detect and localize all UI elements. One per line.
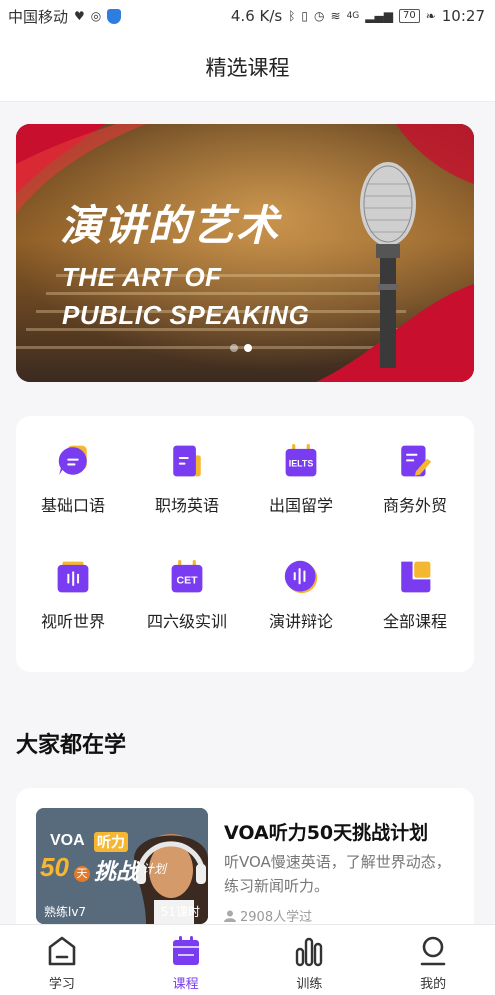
banner-title-cn: 演讲的艺术 xyxy=(60,201,281,250)
radio-icon xyxy=(57,561,89,593)
shield-icon xyxy=(107,8,122,24)
tab-label: 学习 xyxy=(48,977,75,992)
page-header: 精选课程 xyxy=(0,32,495,102)
cet-calendar-icon: CET xyxy=(171,560,203,593)
category-basic-speaking[interactable]: 基础口语 xyxy=(16,416,130,516)
pagination-dot[interactable] xyxy=(230,344,238,352)
tab-study[interactable]: 学习 xyxy=(0,925,124,995)
user-icon xyxy=(420,936,446,966)
category-speech-debate[interactable]: 演讲辩论 xyxy=(244,532,358,632)
network-speed: 4.6 K/s xyxy=(230,7,283,25)
pagination-dot-active[interactable] xyxy=(244,344,252,352)
category-label: 演讲辩论 xyxy=(268,612,333,631)
course-learners: 2908人学过 xyxy=(224,906,312,925)
tab-profile[interactable]: 我的 xyxy=(371,925,495,995)
thumb-listening-badge: 听力 xyxy=(94,832,128,852)
category-business-trade[interactable]: 商务外贸 xyxy=(358,416,472,516)
category-label: 视听世界 xyxy=(40,612,105,631)
audio-wave-icon xyxy=(284,560,318,594)
bar-chart-icon xyxy=(296,937,323,967)
person-icon xyxy=(224,910,236,922)
category-study-abroad[interactable]: IELTS 出国留学 xyxy=(244,416,358,516)
status-bar: 中国移动 ♥ ◎ 4.6 K/s ᛒ ▯ ◷ ≋ 4G ▂▄▆ 70 ❧ 10:… xyxy=(0,0,495,32)
section-title: 大家都在学 xyxy=(16,733,127,758)
thumb-voa-text: VOA xyxy=(50,832,85,849)
tab-courses[interactable]: 课程 xyxy=(124,925,248,995)
tab-label: 训练 xyxy=(296,977,323,992)
banner-title-en-line1: THE ART OF xyxy=(62,262,222,292)
ielts-calendar-icon: IELTS xyxy=(285,444,317,477)
speech-bubble-icon xyxy=(58,445,87,475)
thumb-challenge-text: 挑战 xyxy=(94,860,139,885)
page-title: 精选课程 xyxy=(205,55,290,80)
thumb-day-text: 天 xyxy=(74,866,90,882)
tab-label: 课程 xyxy=(172,977,199,992)
banner-pagination[interactable] xyxy=(230,344,252,352)
tab-label: 我的 xyxy=(420,977,447,992)
banner-title-en-line2: PUBLIC SPEAKING xyxy=(62,300,310,330)
ielts-badge: IELTS xyxy=(289,459,314,469)
category-cet-training[interactable]: CET 四六级实训 xyxy=(130,532,244,632)
category-workplace-english[interactable]: 职场英语 xyxy=(130,416,244,516)
battery-icon: 70 xyxy=(398,9,420,23)
category-label: 四六级实训 xyxy=(146,612,227,631)
network-type: 4G xyxy=(346,10,360,21)
promo-banner[interactable]: 演讲的艺术 THE ART OF PUBLIC SPEAKING xyxy=(16,124,474,382)
leaf-icon: ❧ xyxy=(425,9,436,23)
learners-count: 2908人学过 xyxy=(240,910,313,925)
course-thumbnail[interactable]: VOA 听力 50 天 挑战 计划 熟练lv7 51课时 xyxy=(36,808,208,924)
category-label: 商务外贸 xyxy=(382,496,447,515)
calendar-icon xyxy=(172,936,199,965)
course-lesson-count: 51课时 xyxy=(160,905,200,919)
carrier-label: 中国移动 xyxy=(8,7,69,26)
clock: 10:27 xyxy=(441,7,485,25)
category-label: 出国留学 xyxy=(268,496,333,515)
health-heart-icon: ♥ xyxy=(74,9,85,23)
signal-icon: ▂▄▆ xyxy=(365,9,393,23)
wifi-icon: ≋ xyxy=(330,9,341,23)
course-title[interactable]: VOA听力50天挑战计划 xyxy=(224,818,428,845)
home-icon xyxy=(48,936,76,966)
tab-training[interactable]: 训练 xyxy=(248,925,372,995)
document-icon xyxy=(173,445,201,477)
category-audiovisual[interactable]: 视听世界 xyxy=(16,532,130,632)
bluetooth-icon: ᛒ xyxy=(288,9,296,23)
course-description: 听VOA慢速英语，了解世界动态，练习新闻听力。 xyxy=(224,853,451,895)
course-level: 熟练lv7 xyxy=(44,905,87,919)
category-grid: 基础口语 职场英语 IELTS 出国留学 商务外贸 视听世界 CET 四六级实训… xyxy=(16,416,474,672)
category-label: 基础口语 xyxy=(40,496,105,515)
edit-document-icon xyxy=(401,445,432,477)
all-courses-icon xyxy=(401,561,431,593)
cet-badge: CET xyxy=(176,574,198,586)
category-label: 全部课程 xyxy=(382,612,447,631)
thumb-plan-text: 计划 xyxy=(142,862,167,876)
bottom-tab-bar: 学习 课程 训练 我的 xyxy=(0,924,495,995)
category-label: 职场英语 xyxy=(154,496,219,515)
alarm-icon: ◷ xyxy=(314,9,325,23)
qq-penguin-icon: ◎ xyxy=(90,9,102,23)
category-all-courses[interactable]: 全部课程 xyxy=(358,532,472,632)
thumb-50-text: 50 xyxy=(40,852,69,882)
vibrate-icon: ▯ xyxy=(301,9,309,23)
